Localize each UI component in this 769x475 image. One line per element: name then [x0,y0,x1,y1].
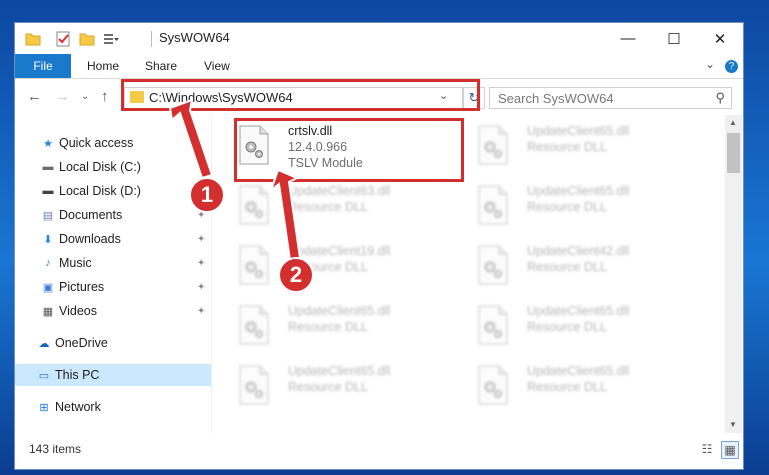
arrow-one [168,98,214,180]
step-2-marker: 2 [278,257,314,293]
arrow-two [268,168,302,262]
annotation-arrows [168,98,302,262]
step-1-marker: 1 [189,177,225,213]
